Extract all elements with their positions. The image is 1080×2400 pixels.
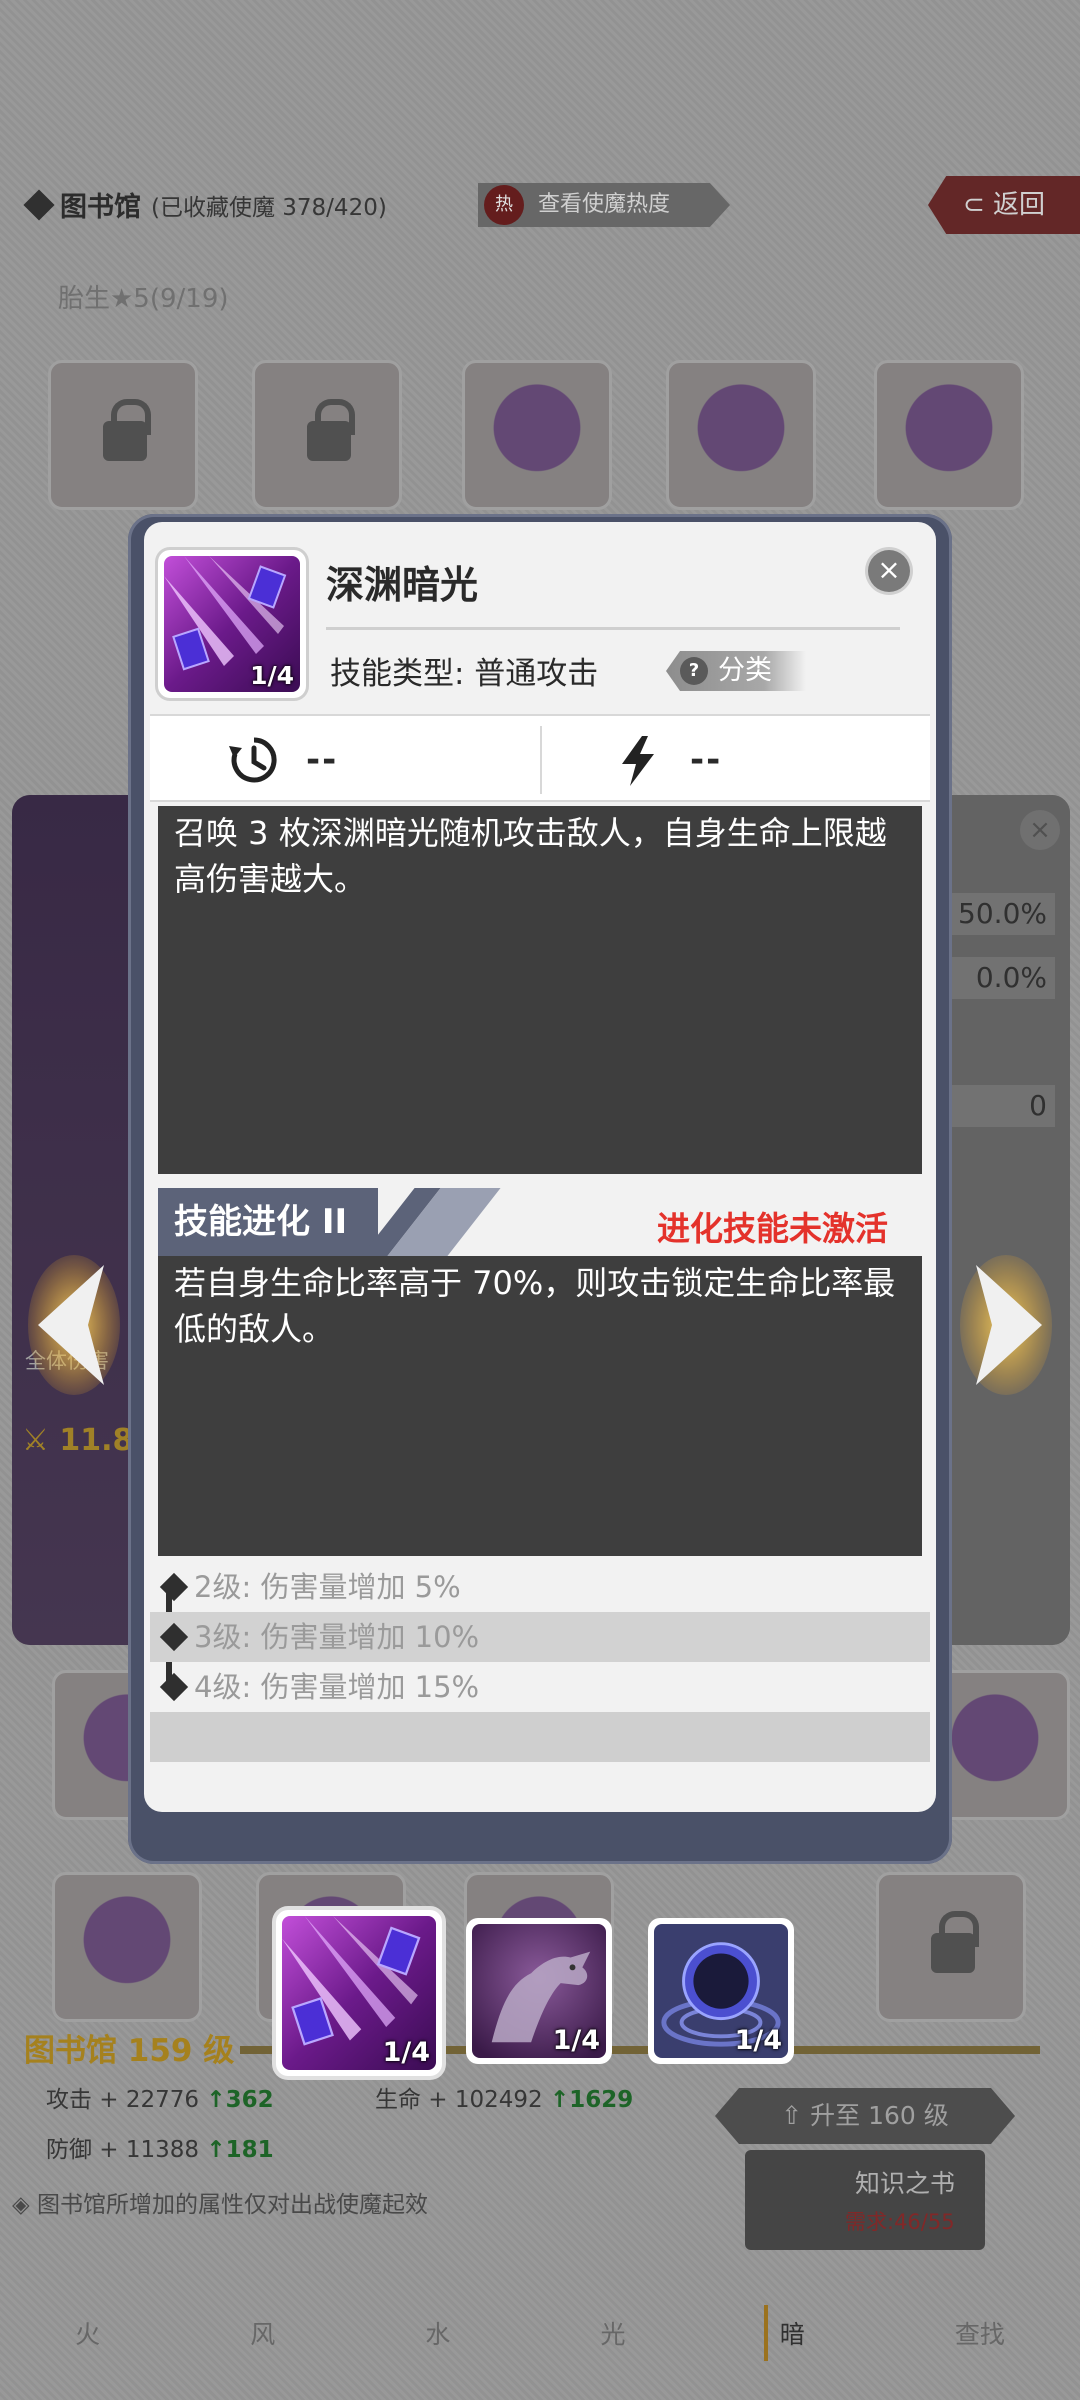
skill-level: 1/4 xyxy=(552,2025,600,2056)
diamond-node-icon xyxy=(159,1572,189,1602)
lightning-icon xyxy=(610,732,666,788)
skill-thumb-2[interactable]: 1/4 xyxy=(466,1918,612,2064)
evolution-title: 技能进化 II xyxy=(158,1188,378,1256)
skill-level: 1/4 xyxy=(734,2025,782,2056)
skill-icon-box: 1/4 xyxy=(158,550,306,698)
evolution-header: 技能进化 II 进化技能未激活 xyxy=(158,1188,922,1256)
level-text: 4级: 伤害量增加 15% xyxy=(194,1670,480,1704)
skill-dialog: 1/4 深渊暗光 × 技能类型: 普通攻击 ? 分类 -- -- 召唤 3 枚深… xyxy=(144,522,936,1812)
skill-name: 深渊暗光 xyxy=(326,563,479,607)
skill-art: 1/4 xyxy=(164,556,300,692)
evolution-status: 进化技能未激活 xyxy=(657,1209,888,1248)
cooldown-value: -- xyxy=(306,740,339,780)
skill-thumb-1[interactable]: 1/4 xyxy=(276,1910,442,2076)
skill-stats-row: -- -- xyxy=(150,714,930,802)
evolution-description: 若自身生命比率高于 70%，则攻击锁定生命比率最低的敌人。 xyxy=(158,1256,922,1556)
category-tag[interactable]: ? 分类 xyxy=(666,651,806,691)
skill-art: 1/4 xyxy=(472,1924,606,2058)
level-text: 2级: 伤害量增加 5% xyxy=(194,1570,461,1604)
clock-history-icon xyxy=(226,732,282,788)
level-row: 3级: 伤害量增加 10% xyxy=(150,1612,930,1662)
skill-level: 1/4 xyxy=(250,661,294,690)
skill-thumb-3[interactable]: 1/4 xyxy=(648,1918,794,2064)
energy-stat: -- xyxy=(610,716,722,804)
level-row: 4级: 伤害量增加 15% xyxy=(150,1662,930,1712)
levels-footer-bar xyxy=(150,1712,930,1762)
cooldown-stat: -- xyxy=(226,716,338,804)
level-list: 2级: 伤害量增加 5% 3级: 伤害量增加 10% 4级: 伤害量增加 15% xyxy=(150,1562,930,1712)
level-text: 3级: 伤害量增加 10% xyxy=(194,1620,480,1654)
diamond-node-icon xyxy=(159,1622,189,1652)
question-icon: ? xyxy=(680,657,708,685)
skill-description: 召唤 3 枚深渊暗光随机攻击敌人，自身生命上限越高伤害越大。 xyxy=(158,806,922,1174)
close-icon[interactable]: × xyxy=(868,550,910,592)
skill-art: 1/4 xyxy=(282,1916,436,2070)
diamond-node-icon xyxy=(159,1672,189,1702)
stats-divider xyxy=(540,726,542,794)
level-row: 2级: 伤害量增加 5% xyxy=(150,1562,930,1612)
energy-value: -- xyxy=(690,740,723,780)
skill-level: 1/4 xyxy=(382,2037,430,2068)
skill-art: 1/4 xyxy=(654,1924,788,2058)
category-label: 分类 xyxy=(718,655,772,686)
skill-type-label: 技能类型: 普通攻击 xyxy=(330,656,599,692)
header-divider xyxy=(326,627,900,630)
